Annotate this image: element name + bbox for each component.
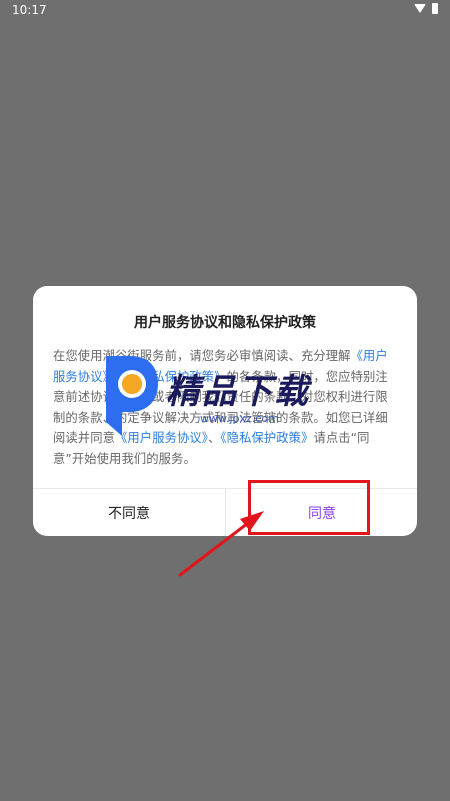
pointer-arrow-icon [178,511,264,577]
